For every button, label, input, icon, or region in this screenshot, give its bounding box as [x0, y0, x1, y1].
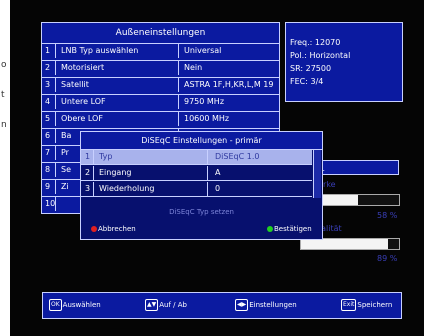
frequency-text: Freq.: 12070 [290, 38, 341, 47]
edge-char: o [1, 60, 7, 70]
edge-char: n [1, 120, 7, 130]
signal-quality-fill [301, 239, 389, 249]
dialog-row[interactable]: 1 Typ DiSEqC 1.0 [81, 150, 312, 165]
confirm-button[interactable]: Bestätigen [267, 220, 312, 238]
dialog-row[interactable]: 3 Wiederholung 0 [81, 182, 312, 197]
updown-key-hint: ▲▼ Auf / Ab [145, 299, 187, 311]
dialog-row-value: DiSEqC 1.0 [215, 152, 260, 161]
menu-row-number: 4 [45, 95, 56, 109]
key-help-bar: OK Auswählen ▲▼ Auf / Ab ◀▶ Einstellungen E… [42, 292, 402, 319]
ok-key-icon: OK [49, 299, 62, 311]
menu-row-number: 9 [45, 180, 56, 194]
confirm-label: Bestätigen [274, 225, 312, 233]
menu-row-value: Nein [184, 63, 203, 72]
dialog-row-number: 1 [85, 150, 94, 164]
dialog-footer: Abbrechen Bestätigen [81, 220, 322, 238]
signal-quality-percent: 89 % [377, 254, 398, 263]
leftright-arrows-icon: ◀▶ [235, 299, 249, 311]
menu-title: Außeneinstellungen [42, 23, 279, 44]
exit-key-hint: Exit Speichern [341, 299, 392, 311]
exit-key-label: Speichern [357, 301, 393, 309]
edge-char: t [1, 90, 5, 100]
menu-row-number: 6 [45, 129, 56, 143]
menu-row-value: Universal [184, 46, 222, 55]
dialog-row-number: 3 [85, 182, 94, 196]
menu-row-number: 2 [45, 61, 56, 75]
dialog-row-label: Eingang [99, 166, 208, 180]
menu-row-value: 9750 MHz [184, 97, 225, 106]
menu-row-number: 3 [45, 78, 56, 92]
updown-key-label: Auf / Ab [159, 301, 187, 309]
cancel-label: Abbrechen [98, 225, 136, 233]
polarization-text: Pol.: Horizontal [290, 51, 351, 60]
menu-row-label: Satellit [61, 78, 179, 92]
menu-row-value: ASTRA 1F,H,KR,L,M 19 [184, 80, 274, 89]
tv-screen: Außeneinstellungen 1 LNB Typ auswählen Uni… [10, 0, 424, 336]
menu-row-label: Motorisiert [61, 61, 179, 75]
updown-arrows-icon: ▲▼ [145, 299, 159, 311]
menu-row-label: Obere LOF [61, 112, 179, 126]
transponder-info-panel: Freq.: 12070 Pol.: Horizontal SR: 27500 … [285, 22, 403, 102]
leftright-key-hint: ◀▶ Einstellungen [235, 299, 297, 311]
menu-row-number: 7 [45, 146, 56, 160]
menu-row-value: 10600 MHz [184, 114, 230, 123]
green-button-icon [267, 226, 273, 232]
dialog-row-number: 2 [85, 166, 94, 180]
dialog-scrollbar[interactable] [313, 150, 321, 198]
symbol-rate-text: SR: 27500 [290, 64, 332, 73]
menu-row-label: Untere LOF [61, 95, 179, 109]
leftright-key-label: Einstellungen [249, 301, 297, 309]
dialog-row-value: 0 [215, 184, 221, 193]
fec-text: FEC: 3/4 [290, 77, 324, 86]
menu-row[interactable]: 3 Satellit ASTRA 1F,H,KR,L,M 19 [42, 77, 279, 92]
dialog-row-label: Wiederholung [99, 182, 208, 196]
menu-row-label: LNB Typ auswählen [61, 44, 179, 58]
dialog-hint: DiSEqC Typ setzen [169, 208, 234, 216]
signal-strength-percent: 58 % [377, 211, 398, 220]
red-button-icon [91, 226, 97, 232]
satellite-label: r 1 [311, 160, 399, 175]
dialog-row[interactable]: 2 Eingang A [81, 166, 312, 181]
cancel-button[interactable]: Abbrechen [91, 220, 136, 238]
menu-row-number: 5 [45, 112, 56, 126]
dialog-title: DiSEqC Einstellungen - primär [81, 132, 322, 150]
menu-row-number: 10 [45, 197, 56, 211]
exit-key-icon: Exit [341, 299, 357, 311]
menu-row[interactable]: 2 Motorisiert Nein [42, 60, 279, 75]
menu-row-number: 8 [45, 163, 56, 177]
ok-key-label: Auswählen [62, 301, 101, 309]
menu-row[interactable]: 5 Obere LOF 10600 MHz [42, 111, 279, 126]
left-edge-crop: o t n [0, 0, 10, 336]
dialog-row-value: A [215, 168, 221, 177]
menu-row[interactable]: 1 LNB Typ auswählen Universal [42, 43, 279, 58]
menu-row[interactable]: 4 Untere LOF 9750 MHz [42, 94, 279, 109]
menu-row-number: 1 [45, 44, 56, 58]
ok-key-hint: OK Auswählen [49, 299, 101, 311]
diseqc-settings-dialog: DiSEqC Einstellungen - primär 1 Typ DiSEqC… [80, 131, 323, 240]
dialog-row-label: Typ [99, 150, 208, 164]
